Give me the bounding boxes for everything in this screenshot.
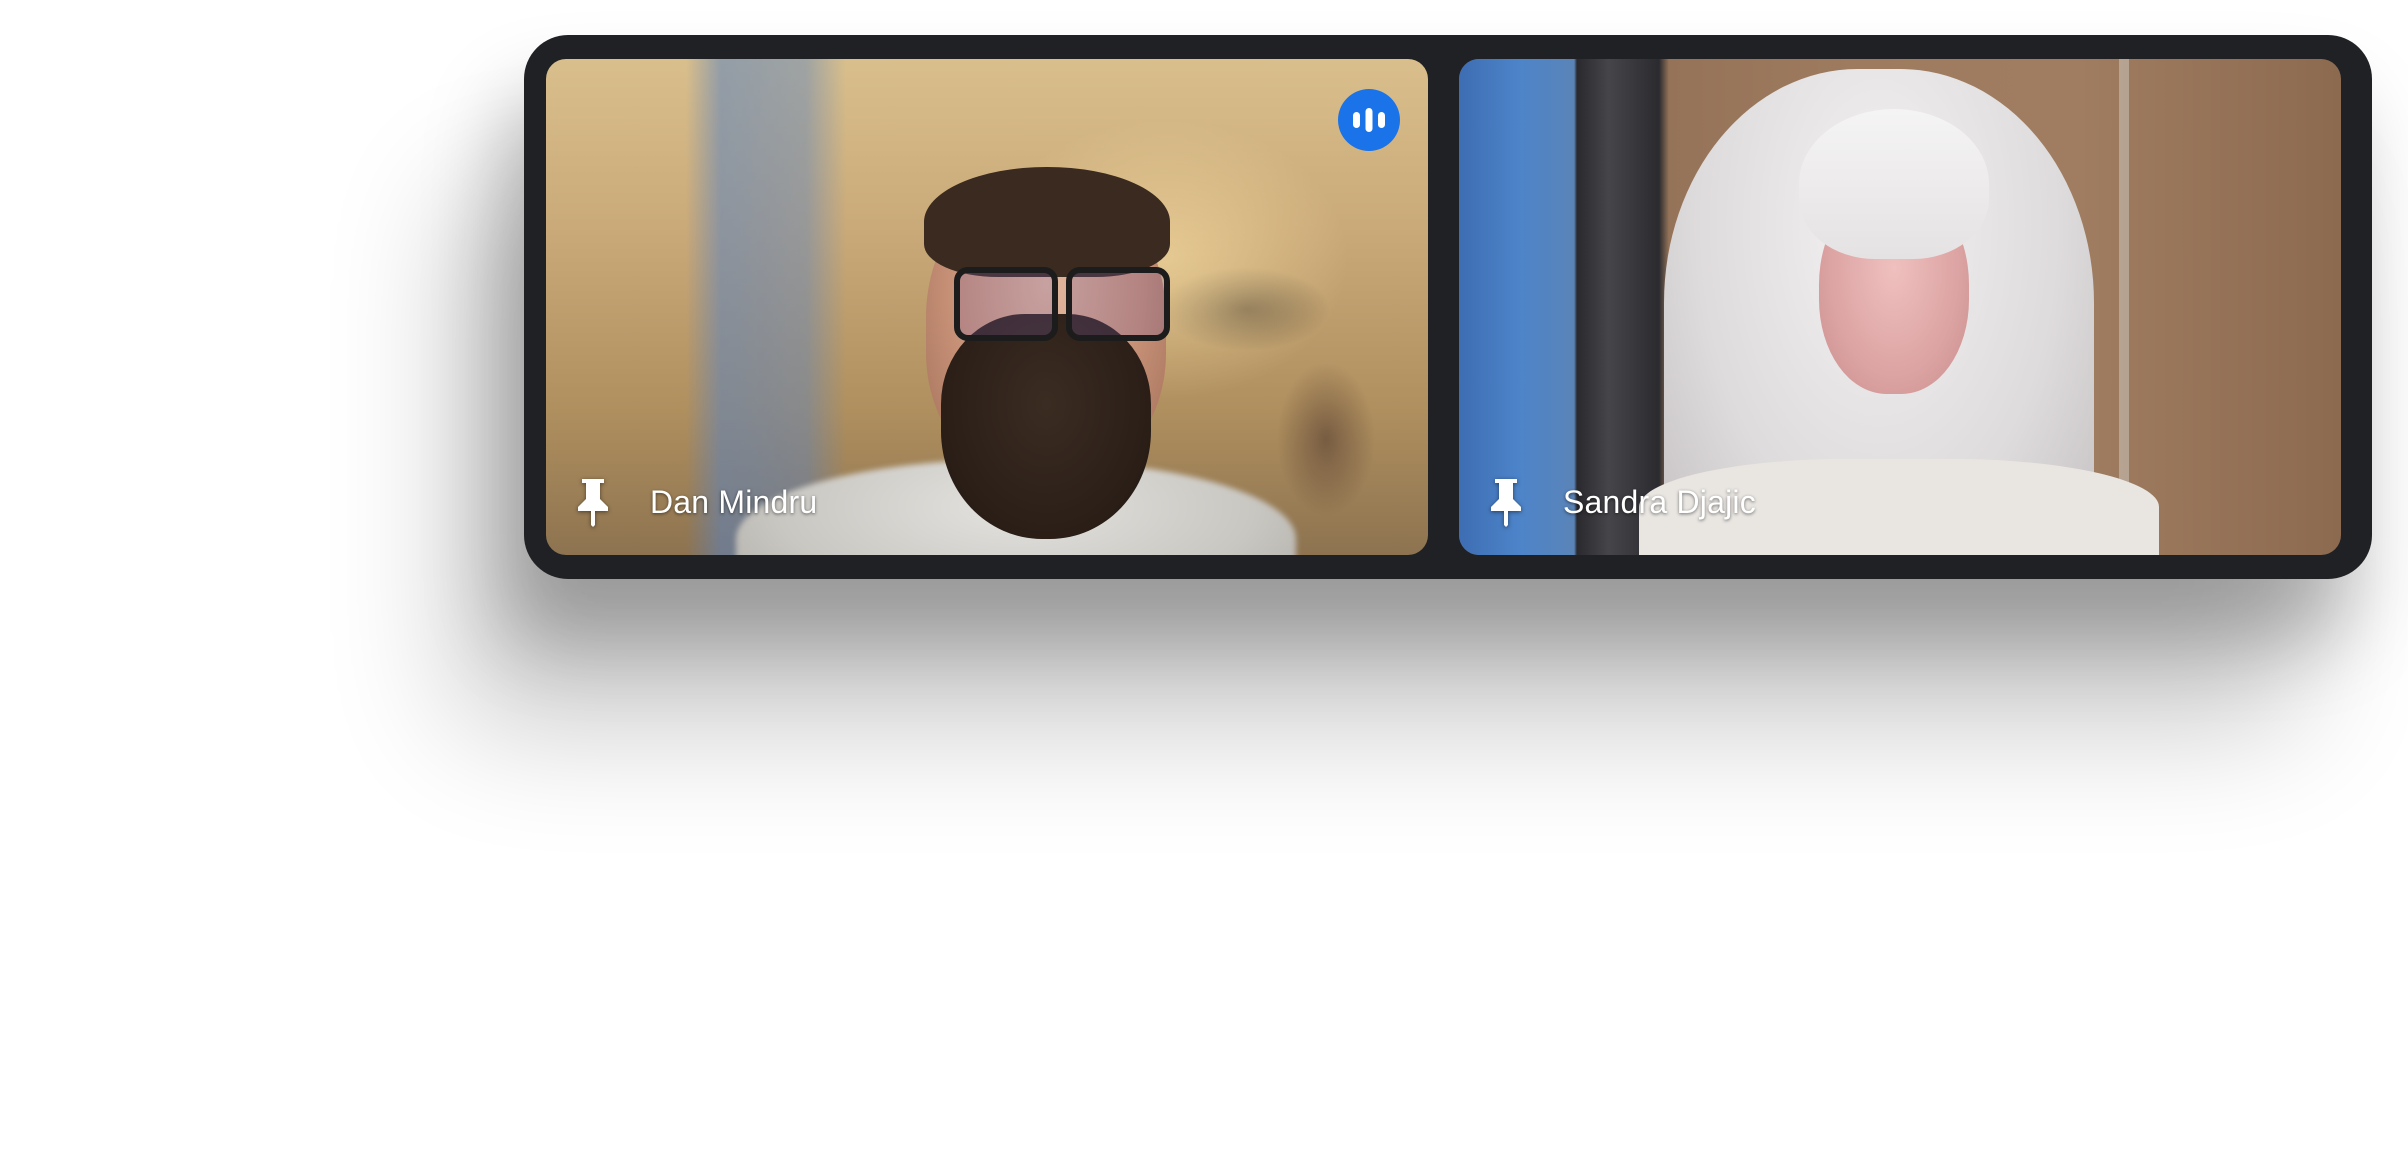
participant-tile-sandra[interactable]: Sandra Djajic	[1459, 59, 2341, 555]
pin-icon[interactable]	[1487, 477, 1525, 527]
video-call-bar: Dan Mindru Sandra Djajic	[524, 35, 2372, 579]
participant-tile-dan[interactable]: Dan Mindru	[546, 59, 1428, 555]
video-shape-hair	[924, 167, 1170, 277]
participant-label: Dan Mindru	[546, 467, 817, 555]
participant-name: Sandra Djajic	[1563, 483, 1756, 520]
participant-name: Dan Mindru	[650, 483, 818, 520]
video-shape-beard	[941, 314, 1151, 539]
video-shape-lens-left	[954, 267, 1058, 341]
video-shape-lens-right	[1066, 267, 1170, 341]
audio-level-icon	[1338, 89, 1400, 151]
video-shape-fringe	[1799, 109, 1989, 259]
pin-icon[interactable]	[574, 477, 612, 527]
screen: Dan Mindru Sandra Djajic	[0, 0, 2408, 1176]
participant-label: Sandra Djajic	[1459, 467, 1756, 555]
video-shape-glasses	[954, 267, 1174, 341]
